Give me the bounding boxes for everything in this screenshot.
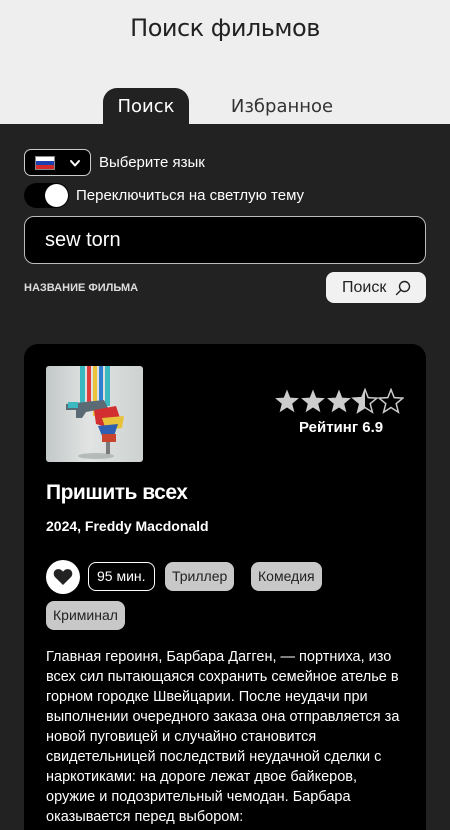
star-icon	[378, 388, 404, 413]
tab-favorites[interactable]: Избранное	[225, 88, 339, 124]
heart-icon	[53, 569, 73, 585]
movie-card: Рейтинг 6.9 Пришить всех 2024, Freddy Ma…	[24, 344, 426, 830]
movie-title: Пришить всех	[46, 481, 188, 504]
tab-search[interactable]: Поиск	[103, 88, 189, 124]
russia-flag-icon	[35, 156, 55, 170]
movie-year-director: 2024, Freddy Macdonald	[46, 518, 209, 534]
movie-poster	[46, 366, 143, 462]
rating-stars	[275, 388, 404, 413]
app-title: Поиск фильмов	[130, 14, 320, 42]
star-icon	[301, 389, 325, 413]
header: Поиск фильмов Поиск Избранное	[0, 0, 450, 124]
main-content: Выберите язык Переключиться на светлую т…	[0, 124, 450, 830]
genre-badge: Криминал	[46, 601, 125, 630]
favorite-button[interactable]	[46, 560, 80, 594]
toggle-knob	[45, 184, 68, 207]
theme-toggle-label: Переключиться на светлую тему	[76, 187, 305, 204]
search-field-caption: НАЗВАНИЕ ФИЛЬМА	[24, 282, 139, 294]
theme-toggle[interactable]	[24, 183, 69, 208]
genre-badge: Триллер	[165, 562, 235, 591]
rating-text: Рейтинг 6.9	[299, 419, 384, 436]
language-select[interactable]	[24, 149, 91, 176]
duration-badge: 95 мин.	[88, 562, 155, 591]
search-button-label: Поиск	[342, 279, 387, 296]
star-icon	[327, 389, 351, 413]
movie-description: Главная героиня, Барбара Дагген, — портн…	[46, 649, 400, 825]
search-input[interactable]	[24, 216, 426, 264]
search-icon	[395, 280, 411, 296]
search-button[interactable]: Поиск	[326, 272, 426, 303]
genre-badge: Комедия	[251, 562, 322, 591]
chevron-down-icon	[70, 160, 80, 167]
star-icon	[352, 388, 378, 413]
language-label: Выберите язык	[99, 154, 205, 171]
star-icon	[275, 389, 299, 413]
